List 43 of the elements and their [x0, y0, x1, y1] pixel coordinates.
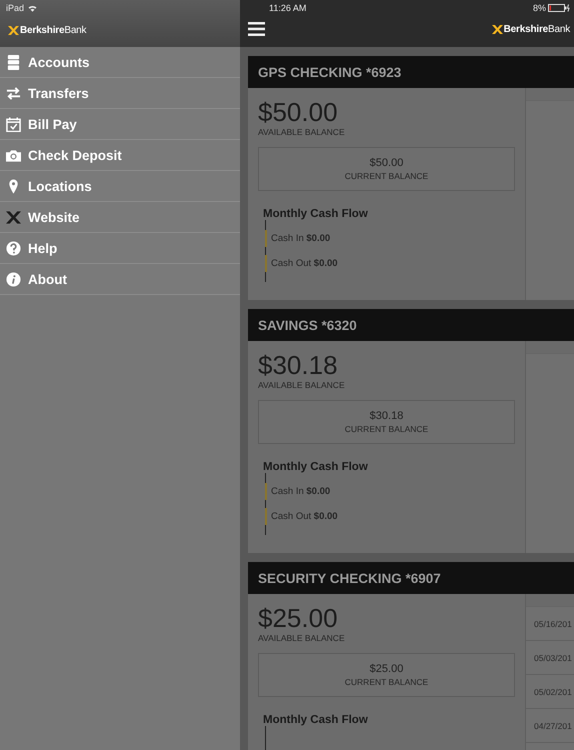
- clock: 11:26 AM: [269, 3, 306, 13]
- available-label: AVAILABLE BALANCE: [258, 633, 346, 643]
- current-amount: $50.00: [370, 157, 404, 169]
- battery-icon: [548, 4, 570, 12]
- cash-flow-title: Monthly Cash Flow: [263, 461, 369, 473]
- current-label: CURRENT BALANCE: [344, 424, 428, 434]
- device-name: iPad: [6, 3, 24, 13]
- cash-flow-title: Monthly Cash Flow: [263, 208, 369, 220]
- available-amount: $25.00: [258, 603, 339, 633]
- logo-icon: [492, 24, 503, 34]
- bank-logo: BerkshireBank: [504, 24, 570, 34]
- transaction-date[interactable]: 05/16/201: [526, 607, 574, 641]
- calendar-icon: [6, 116, 21, 132]
- menu-icon[interactable]: [248, 22, 265, 36]
- available-amount: $50.00: [258, 97, 339, 127]
- cash-flow-text: Cash In $0.00: [271, 486, 330, 497]
- wifi-icon: [28, 4, 38, 12]
- current-amount: $25.00: [370, 663, 404, 675]
- cash-flow-text: Cash Out $0.00: [271, 511, 338, 522]
- transaction-date[interactable]: 05/02/201: [526, 675, 574, 709]
- cabinet-icon: [6, 54, 21, 70]
- account-header[interactable]: SECURITY CHECKING *6907: [248, 562, 574, 594]
- help-icon: [6, 240, 21, 256]
- account-header[interactable]: SAVINGS *6320: [248, 309, 574, 341]
- camera-icon: [6, 148, 21, 162]
- battery-percent: 8%: [532, 3, 546, 13]
- current-amount: $30.18: [370, 410, 404, 422]
- available-amount: $30.18: [258, 350, 339, 380]
- info-icon: [6, 272, 21, 286]
- cash-flow-text: Cash In $0.00: [271, 233, 330, 244]
- current-label: CURRENT BALANCE: [344, 677, 428, 687]
- current-label: CURRENT BALANCE: [344, 171, 428, 181]
- available-label: AVAILABLE BALANCE: [258, 127, 346, 137]
- cash-flow-title: Monthly Cash Flow: [263, 714, 369, 726]
- logo-icon: [6, 210, 21, 224]
- logo-icon: [8, 26, 19, 35]
- account-header[interactable]: GPS CHECKING *6923: [248, 56, 574, 88]
- cash-flow-text: Cash Out $0.00: [271, 258, 338, 269]
- arrows-icon: [6, 86, 21, 100]
- bank-logo: BerkshireBank: [20, 25, 86, 36]
- available-label: AVAILABLE BALANCE: [258, 380, 346, 390]
- transaction-date[interactable]: 05/03/201: [526, 641, 574, 675]
- transaction-date[interactable]: 04/27/201: [526, 709, 574, 743]
